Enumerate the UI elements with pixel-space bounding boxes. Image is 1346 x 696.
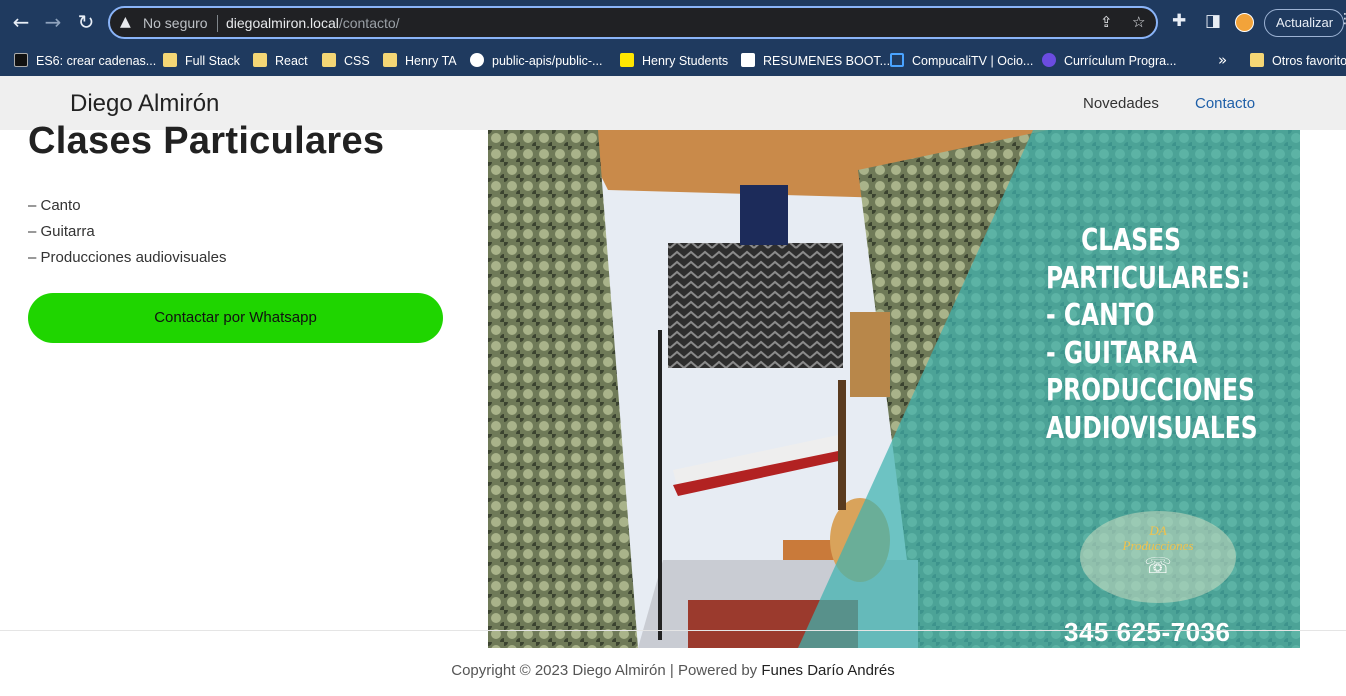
bookmark-label: Henry Students (642, 54, 729, 68)
update-label: Actualizar (1276, 15, 1334, 30)
folder-icon (253, 53, 267, 67)
list-item: – Guitarra (28, 223, 95, 240)
star-icon[interactable]: ☆ (1132, 13, 1145, 31)
bookmark-label: RESUMENES BOOT... (763, 54, 891, 68)
hero-line: CLASES (1081, 223, 1181, 258)
whatsapp-contact-button[interactable]: Contactar por Whatsapp (28, 293, 443, 343)
bookmarks-bar: ES6: crear cadenas... Full Stack React C… (0, 45, 1346, 76)
forward-arrow-icon[interactable]: → (42, 11, 64, 33)
hero-line: PRODUCCIONES (1046, 373, 1255, 408)
bookmark-item[interactable]: Currículum Progra... (1042, 52, 1177, 70)
avatar[interactable] (1235, 13, 1254, 32)
brand-logo: DA Producciones ☏ (1080, 523, 1236, 579)
bookmark-item[interactable]: public-apis/public-... (470, 52, 602, 70)
footer-divider (0, 630, 1346, 631)
bookmark-label: Full Stack (185, 54, 240, 68)
footer: Copyright © 2023 Diego Almirón | Powered… (0, 662, 1346, 679)
url-path: /contacto/ (338, 15, 400, 31)
nav-contacto[interactable]: Contacto (1195, 95, 1255, 112)
folder-icon (322, 53, 336, 67)
browser-toolbar: ← → ↻ ▲ No seguro diegoalmiron.local/con… (0, 0, 1346, 45)
curriculum-icon (1042, 53, 1056, 67)
page-title: Clases Particulares (28, 120, 385, 162)
phone-number: 345 625-7036 (1064, 617, 1231, 647)
es6-favicon-icon (14, 53, 28, 67)
reload-icon[interactable]: ↻ (75, 11, 97, 33)
bookmark-label: Henry TA (405, 54, 457, 68)
address-bar[interactable]: ▲ No seguro diegoalmiron.local/contacto/… (108, 6, 1158, 39)
notion-icon (741, 53, 755, 67)
bookmark-label: CompucaliTV | Ocio... (912, 54, 1034, 68)
folder-icon (163, 53, 177, 67)
folder-icon (1250, 53, 1264, 67)
site-title[interactable]: Diego Almirón (70, 90, 219, 118)
url-text[interactable]: diegoalmiron.local/contacto/ (226, 15, 400, 31)
footer-copyright: Copyright © 2023 Diego Almirón | Powered… (451, 662, 762, 679)
other-favorites[interactable]: Otros favoritos (1250, 52, 1346, 70)
bookmark-item[interactable]: ES6: crear cadenas... (14, 52, 156, 70)
list-item: – Canto (28, 197, 81, 214)
back-arrow-icon[interactable]: ← (10, 11, 32, 33)
sidepanel-icon[interactable]: ◨ (1205, 11, 1221, 31)
bookmark-item[interactable]: CompucaliTV | Ocio... (890, 52, 1033, 70)
bookmark-label: React (275, 54, 308, 68)
bookmark-item[interactable]: RESUMENES BOOT... (741, 52, 890, 70)
bookmark-label: Otros favoritos (1272, 54, 1346, 68)
hero-line: AUDIOVISUALES (1046, 410, 1258, 446)
puzzle-icon[interactable]: ✚ (1172, 11, 1186, 31)
tv-icon (890, 53, 904, 67)
bookmark-item[interactable]: CSS (322, 52, 370, 70)
list-item: – Producciones audiovisuales (28, 249, 227, 266)
bookmark-item[interactable]: Henry Students (620, 52, 728, 70)
bookmark-label: public-apis/public-... (492, 54, 603, 68)
url-host: diegoalmiron.local (226, 15, 339, 31)
bookmark-label: ES6: crear cadenas... (36, 54, 157, 68)
bookmark-label: Currículum Progra... (1064, 54, 1177, 68)
insecure-label: No seguro (143, 15, 208, 31)
whatsapp-button-label: Contactar por Whatsapp (154, 309, 317, 326)
hero-text: CLASES PARTICULARES: - CANTO - GUITARRA … (1046, 222, 1258, 447)
logo-line: Producciones (1122, 538, 1194, 553)
folder-icon (383, 53, 397, 67)
bookmark-label: CSS (344, 54, 370, 68)
hero-line: - CANTO (1046, 298, 1155, 333)
github-icon (470, 53, 484, 67)
warning-icon: ▲ (120, 14, 131, 30)
omnibox-separator (217, 15, 218, 32)
nav-novedades[interactable]: Novedades (1083, 95, 1159, 112)
hero-line: PARTICULARES: (1046, 260, 1251, 296)
footer-author-link[interactable]: Funes Darío Andrés (761, 662, 894, 679)
henry-icon (620, 53, 634, 67)
menu-icon[interactable]: ⋮ (1338, 11, 1346, 27)
update-button[interactable]: Actualizar (1264, 9, 1344, 37)
bookmark-item[interactable]: React (253, 52, 308, 70)
share-icon[interactable]: ⇪ (1100, 13, 1113, 31)
bookmark-item[interactable]: Full Stack (163, 52, 240, 70)
hero-line: - GUITARRA (1046, 335, 1198, 371)
more-bookmarks-icon[interactable]: » (1218, 51, 1227, 69)
promo-image: CLASES PARTICULARES: - CANTO - GUITARRA … (488, 130, 1300, 648)
bookmark-item[interactable]: Henry TA (383, 52, 457, 70)
hand-headset-icon: ☏ (1144, 554, 1172, 579)
logo-line: DA (1149, 523, 1167, 538)
